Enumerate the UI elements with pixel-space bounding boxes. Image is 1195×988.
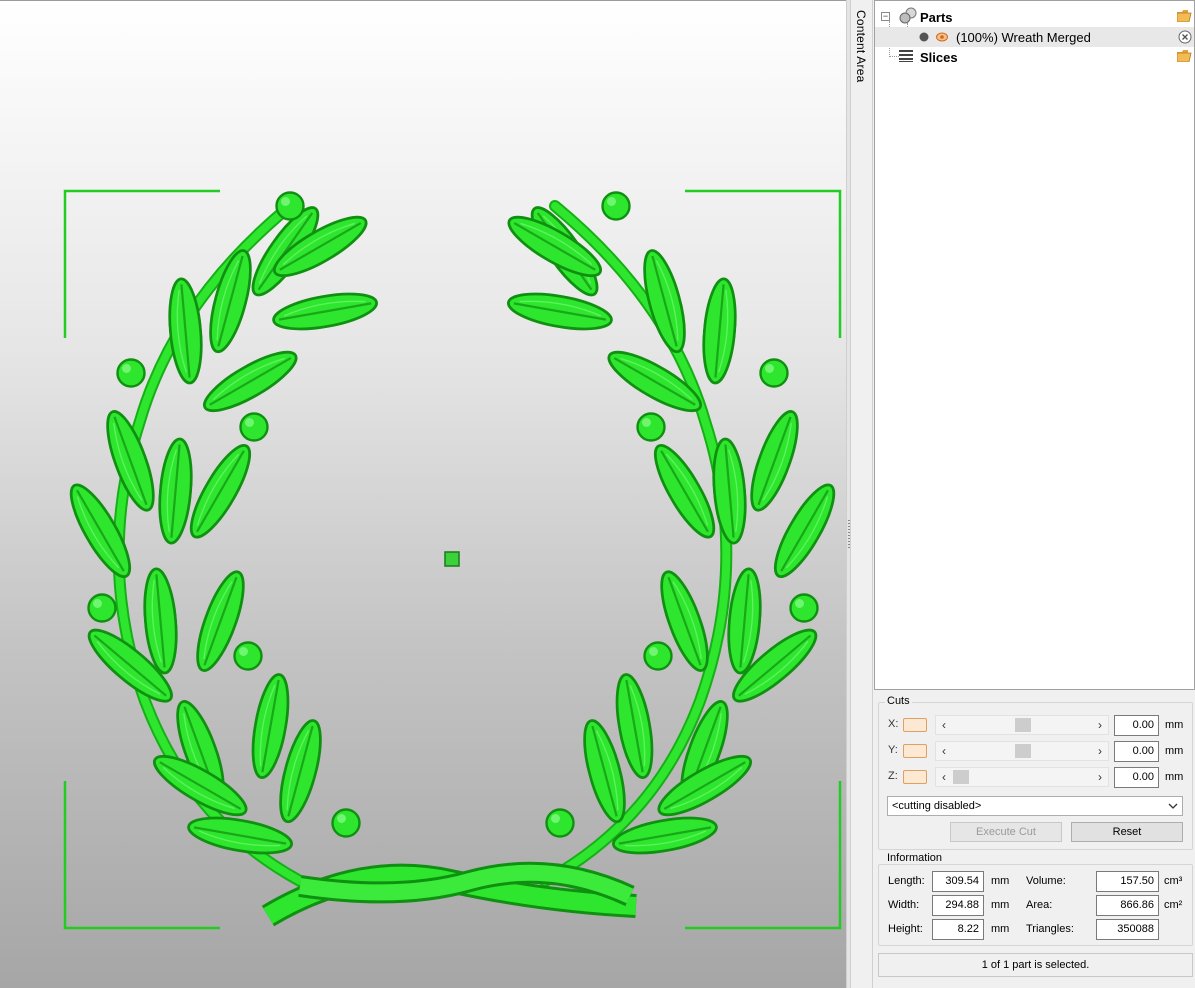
length-label: Length:: [888, 875, 925, 887]
chevron-down-icon: [1168, 803, 1178, 809]
splitter-grip[interactable]: [848, 520, 850, 550]
height-unit: mm: [991, 923, 1010, 935]
cut-y-unit: mm: [1165, 745, 1184, 757]
cut-x-unit: mm: [1165, 719, 1184, 731]
remove-part-icon[interactable]: [1178, 30, 1192, 44]
width-unit: mm: [991, 899, 1010, 911]
cut-x-slider-thumb[interactable]: [1015, 718, 1031, 732]
length-value: 309.54: [932, 871, 984, 892]
parts-label: Parts: [920, 9, 953, 25]
triangles-value: 350088: [1096, 919, 1159, 940]
cut-x-toggle[interactable]: [903, 718, 927, 732]
app-window: Content Area − Parts (100%) Wreath Merge…: [0, 0, 1195, 988]
parts-icon: [899, 7, 917, 24]
slider-left-arrow-icon[interactable]: ‹: [938, 742, 950, 760]
cuts-title: Cuts: [885, 695, 912, 707]
cut-mode-value: <cutting disabled>: [892, 800, 982, 812]
execute-cut-button[interactable]: Execute Cut: [950, 822, 1062, 842]
cut-mode-select[interactable]: <cutting disabled>: [887, 796, 1183, 816]
cut-y-label: Y:: [888, 744, 898, 756]
content-area-label: Content Area: [854, 10, 868, 83]
cut-z-slider-thumb[interactable]: [953, 770, 969, 784]
cut-z-label: Z:: [888, 770, 898, 782]
volume-unit: cm³: [1164, 875, 1183, 887]
slider-right-arrow-icon[interactable]: ›: [1094, 742, 1106, 760]
height-value: 8.22: [932, 919, 984, 940]
tree-item-slices[interactable]: Slices: [875, 47, 1194, 67]
cut-y-toggle[interactable]: [903, 744, 927, 758]
cut-x-slider[interactable]: ‹ ›: [935, 715, 1109, 735]
information-title: Information: [885, 852, 945, 864]
slider-right-arrow-icon[interactable]: ›: [1094, 716, 1106, 734]
cut-x-input[interactable]: 0.00: [1114, 715, 1159, 736]
cut-y-slider[interactable]: ‹ ›: [935, 741, 1109, 761]
cut-z-slider[interactable]: ‹ ›: [935, 767, 1109, 787]
volume-value: 157.50: [1096, 871, 1159, 892]
height-label: Height:: [888, 923, 923, 935]
volume-label: Volume:: [1026, 875, 1066, 887]
slider-left-arrow-icon[interactable]: ‹: [938, 716, 950, 734]
part-status-dot-icon: [919, 32, 929, 42]
cut-z-input[interactable]: 0.00: [1114, 767, 1159, 788]
triangles-label: Triangles:: [1026, 923, 1074, 935]
tree-item-wreath-merged[interactable]: (100%) Wreath Merged: [875, 27, 1194, 47]
wreath-model-render: [59, 189, 846, 930]
cut-y-slider-thumb[interactable]: [1015, 744, 1031, 758]
open-folder-icon[interactable]: [1177, 50, 1192, 62]
reset-button[interactable]: Reset: [1071, 822, 1183, 842]
collapse-icon[interactable]: −: [881, 12, 890, 21]
width-value: 294.88: [932, 895, 984, 916]
length-unit: mm: [991, 875, 1010, 887]
cut-x-label: X:: [888, 718, 899, 730]
cut-z-unit: mm: [1165, 771, 1184, 783]
eye-visibility-icon[interactable]: [936, 32, 948, 42]
slices-icon: [899, 50, 913, 62]
slider-left-arrow-icon[interactable]: ‹: [938, 768, 950, 786]
cut-y-input[interactable]: 0.00: [1114, 741, 1159, 762]
area-value: 866.86: [1096, 895, 1159, 916]
area-unit: cm²: [1164, 899, 1183, 911]
pivot-marker: [444, 551, 460, 567]
content-area-tab[interactable]: Content Area: [851, 0, 873, 988]
cut-z-toggle[interactable]: [903, 770, 927, 784]
part-label: (100%) Wreath Merged: [956, 29, 1091, 45]
tree-item-parts[interactable]: − Parts: [875, 7, 1194, 27]
slider-right-arrow-icon[interactable]: ›: [1094, 768, 1106, 786]
3d-viewport[interactable]: [0, 0, 846, 988]
parts-tree[interactable]: − Parts (100%) Wreath Merged Slices: [874, 0, 1195, 690]
slices-label: Slices: [920, 49, 958, 65]
open-folder-icon[interactable]: [1177, 10, 1192, 22]
width-label: Width:: [888, 899, 920, 911]
area-label: Area:: [1026, 899, 1053, 911]
selection-status: 1 of 1 part is selected.: [878, 953, 1193, 977]
